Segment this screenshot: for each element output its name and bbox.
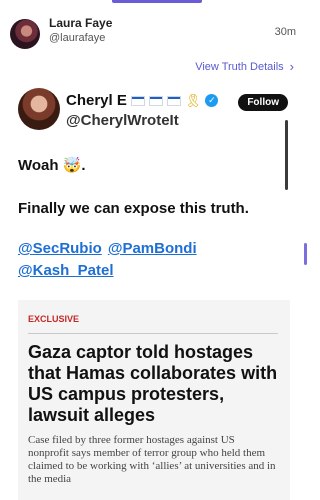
post-timestamp: 30m (274, 26, 296, 38)
article-summary: Case filed by three former hostages agai… (28, 434, 276, 485)
article-preview-card[interactable]: EXCLUSIVE Gaza captor told hostages that… (18, 300, 290, 500)
article-divider (28, 333, 278, 334)
mention-link[interactable]: @Kash_Patel (18, 262, 114, 279)
post-header: Laura Faye @laurafaye 30m (0, 0, 308, 56)
page-scrollbar[interactable] (304, 243, 307, 265)
embed-scrollbar[interactable] (285, 120, 288, 190)
article-headline[interactable]: Gaza captor told hostages that Hamas col… (28, 342, 278, 426)
embedded-post: Cheryl E 🎗 ✓ @CherylWroteIt Follow Woah … (0, 80, 308, 500)
author-avatar[interactable] (10, 19, 40, 49)
exclusive-tag: EXCLUSIVE (28, 314, 80, 324)
embed-author-name[interactable]: Cheryl E (66, 92, 127, 109)
israel-flag-icon (130, 95, 145, 106)
mention-row-1: @SecRubio @PamBondi (18, 240, 197, 257)
follow-button[interactable]: Follow (238, 94, 288, 111)
embed-name-row: Cheryl E 🎗 ✓ (66, 92, 219, 109)
view-details-label: View Truth Details (195, 60, 284, 73)
embed-text-line-2: Finally we can expose this truth. (18, 200, 249, 217)
mention-link[interactable]: @SecRubio (18, 240, 102, 257)
chevron-right-icon: › (289, 59, 294, 74)
yellow-ribbon-icon: 🎗 (184, 92, 202, 108)
view-truth-details-link[interactable]: View Truth Details › (195, 60, 294, 73)
embed-author-handle[interactable]: @CherylWroteIt (66, 112, 179, 129)
article-content: EXCLUSIVE Gaza captor told hostages that… (28, 308, 278, 486)
israel-flag-icon (148, 95, 163, 106)
mention-row-2: @Kash_Patel (18, 262, 114, 279)
mention-link[interactable]: @PamBondi (108, 240, 197, 257)
verified-badge-icon: ✓ (205, 94, 219, 107)
embed-author-avatar[interactable] (18, 88, 60, 130)
embed-text-line-1: Woah 🤯. (18, 157, 86, 174)
author-name[interactable]: Laura Faye (49, 16, 112, 30)
author-handle[interactable]: @laurafaye (49, 32, 105, 44)
israel-flag-icon (166, 95, 181, 106)
